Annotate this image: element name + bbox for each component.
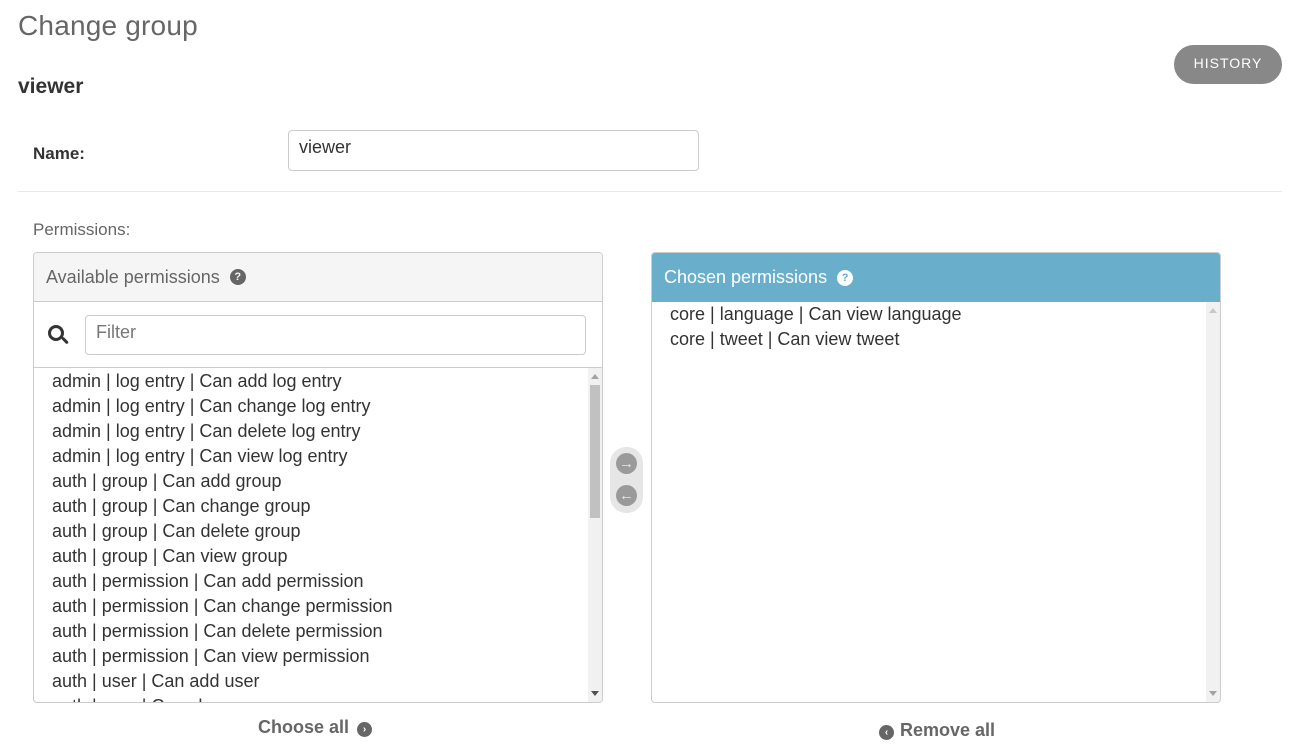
scroll-up-arrow-icon[interactable] xyxy=(1209,308,1217,313)
list-item[interactable]: auth | group | Can view group xyxy=(52,544,602,569)
chosen-scrollbar[interactable] xyxy=(1206,302,1220,702)
list-item[interactable]: core | language | Can view language xyxy=(670,302,1220,327)
divider xyxy=(18,191,1282,192)
history-button[interactable]: HISTORY xyxy=(1174,45,1282,84)
list-item[interactable]: auth | group | Can add group xyxy=(52,469,602,494)
chosen-permissions-list[interactable]: core | language | Can view language core… xyxy=(652,302,1220,702)
list-item[interactable]: core | tweet | Can view tweet xyxy=(670,327,1220,352)
list-item[interactable]: auth | permission | Can delete permissio… xyxy=(52,619,602,644)
help-icon[interactable]: ? xyxy=(837,269,854,286)
chevron-left-circle-icon: ‹ xyxy=(879,725,894,740)
available-scrollbar[interactable] xyxy=(588,368,602,702)
list-item[interactable]: auth | permission | Can view permission xyxy=(52,644,602,669)
name-input[interactable] xyxy=(288,130,699,171)
list-item[interactable]: auth | permission | Can add permission xyxy=(52,569,602,594)
scroll-up-arrow-icon[interactable] xyxy=(591,374,599,379)
scroll-thumb[interactable] xyxy=(590,385,600,518)
object-name: viewer xyxy=(18,75,84,98)
list-item[interactable]: auth | permission | Can change permissio… xyxy=(52,594,602,619)
chosen-permissions-title: Chosen permissions xyxy=(664,267,828,287)
remove-arrow-icon[interactable]: ← xyxy=(616,485,637,506)
chosen-permissions-box: Chosen permissions ? core | language | C… xyxy=(651,252,1221,703)
permissions-label: Permissions: xyxy=(33,220,131,239)
available-permissions-list[interactable]: admin | log entry | Can add log entry ad… xyxy=(34,368,602,702)
available-permissions-title: Available permissions xyxy=(46,266,220,287)
list-item[interactable]: admin | log entry | Can view log entry xyxy=(52,444,602,469)
scroll-down-arrow-icon[interactable] xyxy=(1209,691,1217,696)
add-arrow-icon[interactable]: → xyxy=(616,453,637,474)
chosen-permissions-header: Chosen permissions ? xyxy=(652,253,1220,302)
available-permissions-header: Available permissions ? xyxy=(34,253,602,302)
help-icon[interactable]: ? xyxy=(229,269,246,285)
scroll-down-arrow-icon[interactable] xyxy=(591,691,599,696)
list-item[interactable]: auth | user | Can change user xyxy=(52,694,602,702)
name-label: Name: xyxy=(33,144,85,163)
list-item[interactable]: admin | log entry | Can change log entry xyxy=(52,394,602,419)
list-item[interactable]: auth | user | Can add user xyxy=(52,669,602,694)
filter-row xyxy=(34,302,602,368)
list-item[interactable]: admin | log entry | Can delete log entry xyxy=(52,419,602,444)
search-icon xyxy=(46,323,70,347)
list-item[interactable]: auth | group | Can change group xyxy=(52,494,602,519)
filter-input[interactable] xyxy=(85,314,586,355)
remove-all-label: Remove all xyxy=(900,720,996,740)
chevron-right-circle-icon: › xyxy=(357,722,373,737)
choose-all-button[interactable]: Choose all › xyxy=(258,717,373,738)
chooser-buttons: → ← xyxy=(610,447,643,513)
list-item[interactable]: auth | group | Can delete group xyxy=(52,519,602,544)
available-permissions-box: Available permissions ? admin | log entr… xyxy=(33,252,603,703)
choose-all-label: Choose all xyxy=(258,717,350,737)
page-title: Change group xyxy=(18,10,198,41)
remove-all-button[interactable]: ‹ Remove all xyxy=(879,720,995,741)
list-item[interactable]: admin | log entry | Can add log entry xyxy=(52,369,602,394)
